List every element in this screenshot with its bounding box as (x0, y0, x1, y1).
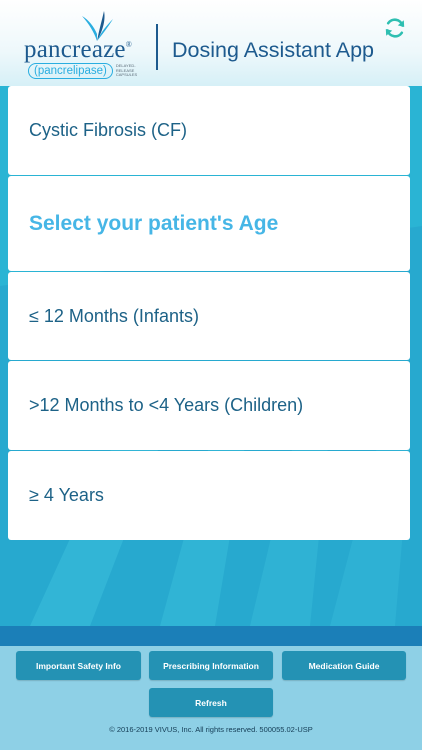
age-prompt-label: Select your patient's Age (29, 211, 279, 235)
prescribing-information-button[interactable]: Prescribing Information (149, 651, 273, 680)
logo-fine-print: delayed-release capsules (115, 63, 138, 78)
age-option-label: >12 Months to <4 Years (Children) (29, 395, 304, 415)
pancreaze-logo: pancreaze® (pancrelipase) delayed-releas… (24, 10, 154, 79)
app-title: Dosing Assistant App (172, 38, 374, 62)
refresh-button[interactable]: Refresh (149, 688, 273, 717)
logo-generic-name: (pancrelipase) (28, 63, 113, 79)
app-header: pancreaze® (pancrelipase) delayed-releas… (0, 0, 422, 86)
age-option-4-years-plus[interactable]: ≥ 4 Years (8, 451, 410, 540)
age-option-label: ≤ 12 Months (Infants) (29, 305, 199, 326)
medication-guide-button[interactable]: Medication Guide (282, 651, 406, 680)
age-option-children[interactable]: >12 Months to <4 Years (Children) (8, 361, 410, 450)
age-prompt-row: Select your patient's Age (8, 176, 410, 271)
logo-wordmark: pancreaze® (24, 36, 132, 63)
header-divider (156, 24, 158, 70)
indication-label: Cystic Fibrosis (CF) (29, 120, 187, 140)
selection-list: Cystic Fibrosis (CF) Select your patient… (8, 86, 410, 541)
age-option-infants[interactable]: ≤ 12 Months (Infants) (8, 272, 410, 360)
indication-row: Cystic Fibrosis (CF) (8, 86, 410, 175)
copyright-text: © 2016-2019 VIVUS, Inc. All rights reser… (109, 725, 313, 734)
footer-divider-band (0, 626, 422, 646)
logo-subtitle-group: (pancrelipase) delayed-release capsules (28, 63, 150, 79)
age-option-label: ≥ 4 Years (29, 485, 104, 505)
refresh-icon[interactable] (383, 16, 407, 40)
important-safety-info-button[interactable]: Important Safety Info (16, 651, 141, 680)
